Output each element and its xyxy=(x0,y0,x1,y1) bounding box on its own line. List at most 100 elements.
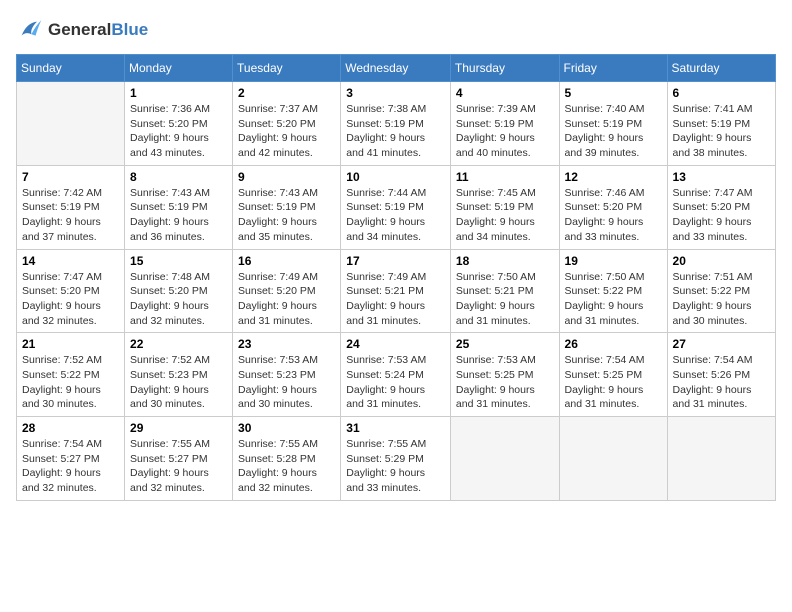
day-number: 6 xyxy=(673,86,770,100)
day-info: Sunrise: 7:37 AM Sunset: 5:20 PM Dayligh… xyxy=(238,102,335,161)
day-number: 18 xyxy=(456,254,554,268)
day-info: Sunrise: 7:48 AM Sunset: 5:20 PM Dayligh… xyxy=(130,270,227,329)
day-info: Sunrise: 7:43 AM Sunset: 5:19 PM Dayligh… xyxy=(238,186,335,245)
calendar-day: 14 Sunrise: 7:47 AM Sunset: 5:20 PM Dayl… xyxy=(17,249,125,333)
weekday-header: Thursday xyxy=(450,55,559,82)
calendar-day: 28 Sunrise: 7:54 AM Sunset: 5:27 PM Dayl… xyxy=(17,417,125,501)
calendar-day: 4 Sunrise: 7:39 AM Sunset: 5:19 PM Dayli… xyxy=(450,82,559,166)
day-info: Sunrise: 7:44 AM Sunset: 5:19 PM Dayligh… xyxy=(346,186,445,245)
weekday-header: Sunday xyxy=(17,55,125,82)
weekday-header: Saturday xyxy=(667,55,775,82)
calendar-day: 17 Sunrise: 7:49 AM Sunset: 5:21 PM Dayl… xyxy=(341,249,451,333)
calendar-table: SundayMondayTuesdayWednesdayThursdayFrid… xyxy=(16,54,776,501)
day-info: Sunrise: 7:41 AM Sunset: 5:19 PM Dayligh… xyxy=(673,102,770,161)
day-number: 5 xyxy=(565,86,662,100)
day-number: 23 xyxy=(238,337,335,351)
weekday-header: Friday xyxy=(559,55,667,82)
calendar-day: 13 Sunrise: 7:47 AM Sunset: 5:20 PM Dayl… xyxy=(667,165,775,249)
day-info: Sunrise: 7:53 AM Sunset: 5:24 PM Dayligh… xyxy=(346,353,445,412)
day-info: Sunrise: 7:49 AM Sunset: 5:21 PM Dayligh… xyxy=(346,270,445,329)
day-number: 9 xyxy=(238,170,335,184)
logo-icon xyxy=(16,16,44,44)
calendar-day: 19 Sunrise: 7:50 AM Sunset: 5:22 PM Dayl… xyxy=(559,249,667,333)
day-number: 17 xyxy=(346,254,445,268)
calendar-day: 1 Sunrise: 7:36 AM Sunset: 5:20 PM Dayli… xyxy=(125,82,233,166)
day-info: Sunrise: 7:50 AM Sunset: 5:22 PM Dayligh… xyxy=(565,270,662,329)
day-number: 12 xyxy=(565,170,662,184)
day-number: 27 xyxy=(673,337,770,351)
day-number: 3 xyxy=(346,86,445,100)
calendar-day: 2 Sunrise: 7:37 AM Sunset: 5:20 PM Dayli… xyxy=(233,82,341,166)
day-number: 14 xyxy=(22,254,119,268)
day-info: Sunrise: 7:47 AM Sunset: 5:20 PM Dayligh… xyxy=(22,270,119,329)
day-number: 8 xyxy=(130,170,227,184)
calendar-header: SundayMondayTuesdayWednesdayThursdayFrid… xyxy=(17,55,776,82)
day-number: 11 xyxy=(456,170,554,184)
day-number: 4 xyxy=(456,86,554,100)
calendar-day: 30 Sunrise: 7:55 AM Sunset: 5:28 PM Dayl… xyxy=(233,417,341,501)
day-info: Sunrise: 7:54 AM Sunset: 5:25 PM Dayligh… xyxy=(565,353,662,412)
weekday-header: Monday xyxy=(125,55,233,82)
logo-text: GeneralBlue xyxy=(48,20,148,40)
calendar-day: 27 Sunrise: 7:54 AM Sunset: 5:26 PM Dayl… xyxy=(667,333,775,417)
calendar-day: 18 Sunrise: 7:50 AM Sunset: 5:21 PM Dayl… xyxy=(450,249,559,333)
calendar-day: 7 Sunrise: 7:42 AM Sunset: 5:19 PM Dayli… xyxy=(17,165,125,249)
page-header: GeneralBlue xyxy=(16,16,776,44)
calendar-day: 9 Sunrise: 7:43 AM Sunset: 5:19 PM Dayli… xyxy=(233,165,341,249)
day-info: Sunrise: 7:39 AM Sunset: 5:19 PM Dayligh… xyxy=(456,102,554,161)
day-info: Sunrise: 7:55 AM Sunset: 5:28 PM Dayligh… xyxy=(238,437,335,496)
calendar-day: 10 Sunrise: 7:44 AM Sunset: 5:19 PM Dayl… xyxy=(341,165,451,249)
calendar-week: 7 Sunrise: 7:42 AM Sunset: 5:19 PM Dayli… xyxy=(17,165,776,249)
day-info: Sunrise: 7:54 AM Sunset: 5:27 PM Dayligh… xyxy=(22,437,119,496)
calendar-day: 22 Sunrise: 7:52 AM Sunset: 5:23 PM Dayl… xyxy=(125,333,233,417)
calendar-day xyxy=(450,417,559,501)
calendar-week: 28 Sunrise: 7:54 AM Sunset: 5:27 PM Dayl… xyxy=(17,417,776,501)
day-info: Sunrise: 7:54 AM Sunset: 5:26 PM Dayligh… xyxy=(673,353,770,412)
day-number: 22 xyxy=(130,337,227,351)
day-number: 7 xyxy=(22,170,119,184)
day-info: Sunrise: 7:36 AM Sunset: 5:20 PM Dayligh… xyxy=(130,102,227,161)
day-number: 13 xyxy=(673,170,770,184)
calendar-day: 12 Sunrise: 7:46 AM Sunset: 5:20 PM Dayl… xyxy=(559,165,667,249)
weekday-header: Wednesday xyxy=(341,55,451,82)
day-number: 15 xyxy=(130,254,227,268)
calendar-week: 1 Sunrise: 7:36 AM Sunset: 5:20 PM Dayli… xyxy=(17,82,776,166)
calendar-day: 5 Sunrise: 7:40 AM Sunset: 5:19 PM Dayli… xyxy=(559,82,667,166)
calendar-day xyxy=(17,82,125,166)
weekday-header: Tuesday xyxy=(233,55,341,82)
calendar-day: 23 Sunrise: 7:53 AM Sunset: 5:23 PM Dayl… xyxy=(233,333,341,417)
day-number: 1 xyxy=(130,86,227,100)
day-info: Sunrise: 7:51 AM Sunset: 5:22 PM Dayligh… xyxy=(673,270,770,329)
day-number: 31 xyxy=(346,421,445,435)
day-info: Sunrise: 7:53 AM Sunset: 5:25 PM Dayligh… xyxy=(456,353,554,412)
calendar-day: 21 Sunrise: 7:52 AM Sunset: 5:22 PM Dayl… xyxy=(17,333,125,417)
calendar-day: 15 Sunrise: 7:48 AM Sunset: 5:20 PM Dayl… xyxy=(125,249,233,333)
calendar-day: 24 Sunrise: 7:53 AM Sunset: 5:24 PM Dayl… xyxy=(341,333,451,417)
calendar-day: 29 Sunrise: 7:55 AM Sunset: 5:27 PM Dayl… xyxy=(125,417,233,501)
day-info: Sunrise: 7:38 AM Sunset: 5:19 PM Dayligh… xyxy=(346,102,445,161)
day-number: 20 xyxy=(673,254,770,268)
calendar-day xyxy=(559,417,667,501)
day-number: 26 xyxy=(565,337,662,351)
day-number: 21 xyxy=(22,337,119,351)
day-info: Sunrise: 7:47 AM Sunset: 5:20 PM Dayligh… xyxy=(673,186,770,245)
day-info: Sunrise: 7:45 AM Sunset: 5:19 PM Dayligh… xyxy=(456,186,554,245)
day-number: 19 xyxy=(565,254,662,268)
calendar-day xyxy=(667,417,775,501)
calendar-body: 1 Sunrise: 7:36 AM Sunset: 5:20 PM Dayli… xyxy=(17,82,776,501)
calendar-day: 6 Sunrise: 7:41 AM Sunset: 5:19 PM Dayli… xyxy=(667,82,775,166)
day-number: 28 xyxy=(22,421,119,435)
day-info: Sunrise: 7:42 AM Sunset: 5:19 PM Dayligh… xyxy=(22,186,119,245)
day-number: 24 xyxy=(346,337,445,351)
day-number: 30 xyxy=(238,421,335,435)
calendar-week: 21 Sunrise: 7:52 AM Sunset: 5:22 PM Dayl… xyxy=(17,333,776,417)
day-info: Sunrise: 7:50 AM Sunset: 5:21 PM Dayligh… xyxy=(456,270,554,329)
calendar-day: 11 Sunrise: 7:45 AM Sunset: 5:19 PM Dayl… xyxy=(450,165,559,249)
day-number: 25 xyxy=(456,337,554,351)
day-info: Sunrise: 7:55 AM Sunset: 5:29 PM Dayligh… xyxy=(346,437,445,496)
day-number: 10 xyxy=(346,170,445,184)
day-number: 2 xyxy=(238,86,335,100)
day-info: Sunrise: 7:43 AM Sunset: 5:19 PM Dayligh… xyxy=(130,186,227,245)
day-number: 29 xyxy=(130,421,227,435)
day-info: Sunrise: 7:46 AM Sunset: 5:20 PM Dayligh… xyxy=(565,186,662,245)
